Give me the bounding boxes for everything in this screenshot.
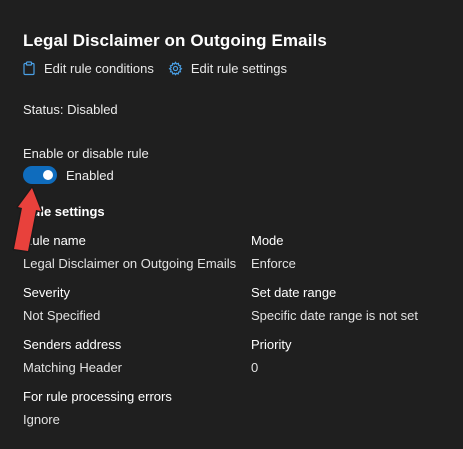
clipboard-edit-icon — [22, 61, 36, 76]
rule-status: Status: Disabled — [23, 102, 118, 117]
field-value: 0 — [251, 360, 259, 375]
edit-rule-conditions-button[interactable]: Edit rule conditions — [22, 61, 154, 76]
toggle-knob — [43, 170, 53, 180]
field-value: Ignore — [23, 412, 60, 427]
field-value: Specific date range is not set — [251, 308, 418, 323]
field-value: Enforce — [251, 256, 296, 271]
field-processing-errors: For rule processing errors Ignore — [23, 389, 172, 427]
rule-actions: Edit rule conditions Edit rule settings — [22, 61, 287, 76]
field-label: Set date range — [251, 285, 337, 300]
toggle-heading: Enable or disable rule — [23, 146, 149, 161]
gear-icon — [168, 61, 183, 76]
field-label: For rule processing errors — [23, 389, 172, 404]
edit-rule-conditions-label: Edit rule conditions — [44, 61, 154, 76]
field-value: Matching Header — [23, 360, 122, 375]
field-priority: Priority 0 — [251, 337, 291, 375]
field-label: Senders address — [23, 337, 122, 352]
rule-settings-heading: Rule settings — [23, 204, 105, 219]
edit-rule-settings-button[interactable]: Edit rule settings — [168, 61, 287, 76]
field-value: Not Specified — [23, 308, 101, 323]
field-date-range: Set date range Specific date range is no… — [251, 285, 418, 323]
field-label: Severity — [23, 285, 70, 300]
field-mode: Mode Enforce — [251, 233, 296, 271]
enable-rule-toggle-row: Enabled — [23, 166, 114, 184]
field-label: Mode — [251, 233, 284, 248]
field-label: Rule name — [23, 233, 86, 248]
field-value: Legal Disclaimer on Outgoing Emails — [23, 256, 237, 271]
toggle-state-label: Enabled — [66, 167, 114, 183]
field-label: Priority — [251, 337, 292, 352]
enable-rule-toggle[interactable] — [23, 166, 57, 184]
edit-rule-settings-label: Edit rule settings — [190, 61, 287, 76]
field-rule-name: Rule name Legal Disclaimer on Outgoing E… — [23, 233, 236, 271]
field-severity: Severity Not Specified — [23, 285, 100, 323]
page-title: Legal Disclaimer on Outgoing Emails — [23, 31, 327, 50]
field-senders-address: Senders address Matching Header — [23, 337, 122, 375]
